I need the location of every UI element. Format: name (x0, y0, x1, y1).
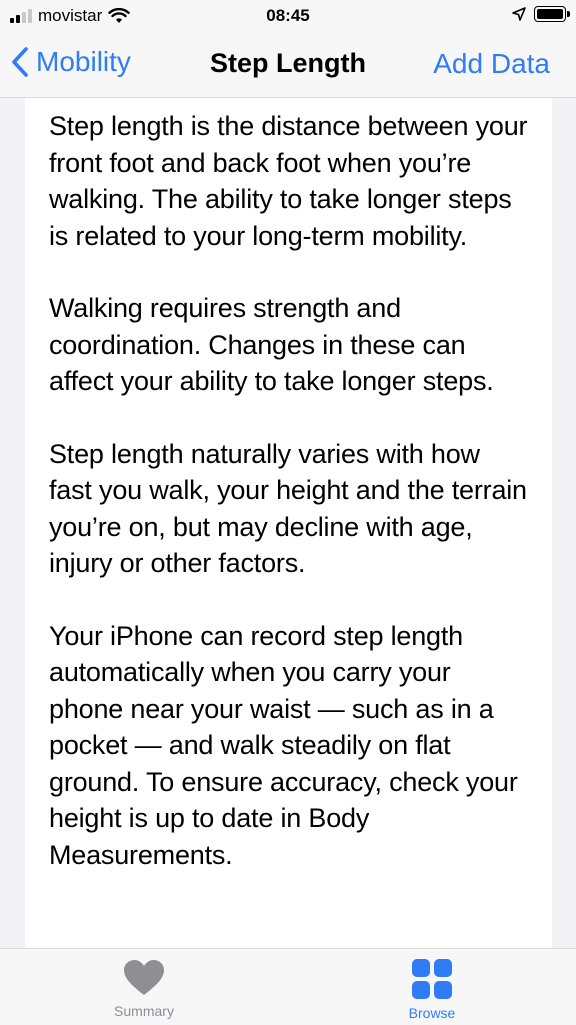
location-arrow-icon (512, 7, 526, 21)
status-time: 08:45 (266, 6, 310, 25)
tab-bar: Summary Browse (0, 948, 576, 1025)
grid-icon (412, 959, 452, 999)
add-data-button[interactable]: Add Data (433, 48, 550, 80)
content-card: Step length is the distance between your… (25, 98, 552, 948)
back-button-label: Mobility (36, 46, 131, 77)
description-paragraph: Your iPhone can record step length autom… (49, 620, 518, 870)
battery-icon (534, 6, 570, 22)
tab-browse-label: Browse (408, 1005, 456, 1021)
back-button[interactable]: Mobility (10, 46, 131, 78)
tab-summary-label: Summary (114, 1003, 174, 1019)
description-paragraph: Step length is the distance between your… (49, 111, 528, 251)
status-bar: movistar 08:45 (0, 0, 576, 34)
tab-browse[interactable]: Browse (372, 959, 492, 1021)
chevron-left-icon (12, 47, 28, 77)
description-paragraph: Step length naturally varies with how fa… (49, 438, 527, 579)
description-text: Step length is the distance between your… (25, 98, 552, 873)
navigation-bar: Mobility Step Length Add Data (0, 34, 576, 98)
tab-summary[interactable]: Summary (84, 959, 204, 1019)
status-right (512, 6, 570, 22)
description-paragraph: Walking requires strength and coordinati… (49, 293, 494, 396)
heart-icon (124, 960, 164, 995)
